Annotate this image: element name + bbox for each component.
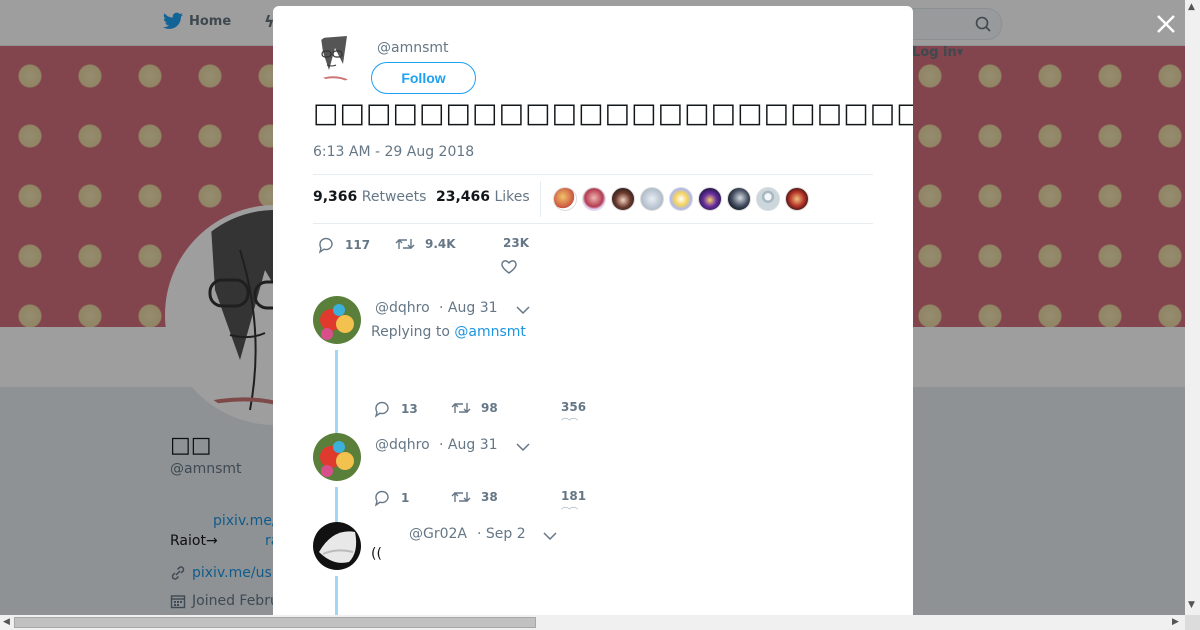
tweet-text: □□□□□□□□□□□□□□□□□□□□□□□□□□□□□□□□□□□□□□□□… (313, 98, 913, 129)
reply-avatar[interactable] (313, 433, 361, 481)
liker-avatar[interactable] (669, 187, 693, 211)
chevron-down-icon[interactable] (516, 306, 530, 314)
chevron-down-icon[interactable] (516, 443, 530, 451)
reply-action[interactable]: 117 (317, 236, 370, 254)
author-avatar-illustration (313, 34, 361, 82)
retweet-count: 98 (481, 401, 498, 415)
likes-label: Likes (494, 189, 530, 205)
thread-line (335, 487, 338, 523)
heart-icon[interactable]: ⌒⌒ (561, 416, 578, 429)
retweet-count: 38 (481, 490, 498, 504)
reply-tweet[interactable]: @dqhro · Aug 31 1 38 181 ⌒⌒ (313, 433, 873, 523)
thread-line (335, 350, 338, 436)
scrollbar-thumb[interactable] (14, 617, 536, 628)
reply-action[interactable]: 1 (373, 489, 409, 507)
reply-icon (374, 401, 389, 418)
liker-avatar[interactable] (640, 187, 664, 211)
reply-tweet[interactable]: @dqhro · Aug 31 Replying to @amnsmt 13 9… (313, 296, 873, 436)
tweet-timestamp[interactable]: 6:13 AM - 29 Aug 2018 (313, 144, 474, 160)
retweet-count: 9.4K (425, 237, 456, 251)
close-icon[interactable] (1154, 12, 1178, 36)
reply-date[interactable]: · Aug 31 (439, 437, 498, 453)
tweet-actions: 117 9.4K 23K (313, 234, 613, 268)
reply-count: 117 (345, 238, 371, 252)
reply-avatar[interactable] (313, 522, 361, 570)
like-count: 23K (503, 236, 529, 250)
like-action[interactable]: 181 (561, 489, 586, 503)
liker-avatar[interactable] (785, 187, 809, 211)
likes-stat[interactable]: 23,466 Likes (436, 189, 530, 205)
tweet-stats: 9,366 Retweets 23,466 Likes (313, 174, 873, 224)
chevron-down-icon[interactable] (543, 532, 557, 540)
reply-avatar-illustration (313, 296, 361, 344)
scrollbar-corner (1185, 615, 1200, 630)
retweet-icon (395, 239, 415, 249)
reply-count: 13 (401, 402, 418, 416)
reply-handle[interactable]: @dqhro (375, 300, 430, 316)
reply-handle[interactable]: @Gr02A (409, 526, 467, 542)
scroll-left-icon[interactable]: ◀ (3, 617, 10, 627)
retweets-count: 9,366 (313, 189, 358, 205)
retweets-label: Retweets (361, 189, 427, 205)
author-handle[interactable]: @amnsmt (377, 40, 449, 56)
retweet-action[interactable]: 9.4K (395, 236, 456, 252)
reply-date[interactable]: · Sep 2 (477, 526, 526, 542)
like-action[interactable]: 23K (503, 236, 529, 250)
reply-date[interactable]: · Aug 31 (439, 300, 498, 316)
reply-handle[interactable]: @dqhro (375, 437, 430, 453)
vertical-scrollbar[interactable]: ▲ ▼ (1185, 0, 1200, 615)
reply-icon (374, 490, 389, 507)
like-count: 356 (561, 400, 587, 414)
likers-avatars (553, 187, 809, 211)
like-count: 181 (561, 489, 587, 503)
stats-divider (540, 181, 541, 217)
like-action[interactable]: 356 (561, 400, 586, 414)
reply-avatar-illustration (313, 433, 361, 481)
replying-to-prefix: Replying to (371, 324, 450, 340)
liker-avatar[interactable] (611, 187, 635, 211)
follow-button[interactable]: Follow (371, 62, 476, 94)
reply-text: (( (371, 546, 382, 562)
liker-avatar[interactable] (698, 187, 722, 211)
author-avatar[interactable] (313, 34, 361, 82)
retweet-action[interactable]: 98 (451, 400, 498, 416)
heart-icon[interactable] (500, 258, 518, 276)
reply-tweet[interactable]: @Gr02A · Sep 2 (( (313, 522, 873, 615)
reply-action[interactable]: 13 (373, 400, 418, 418)
scroll-right-icon[interactable]: ▶ (1172, 617, 1179, 627)
reply-icon (318, 237, 333, 254)
retweets-stat[interactable]: 9,366 Retweets (313, 189, 426, 205)
reply-avatar-illustration (313, 522, 361, 570)
reply-count: 1 (401, 491, 410, 505)
retweet-icon (451, 492, 471, 502)
liker-avatar[interactable] (756, 187, 780, 211)
liker-avatar[interactable] (553, 187, 577, 211)
liker-avatar[interactable] (727, 187, 751, 211)
replying-to-link[interactable]: @amnsmt (454, 324, 526, 340)
likes-count: 23,466 (436, 189, 491, 205)
reply-avatar[interactable] (313, 296, 361, 344)
horizontal-scrollbar[interactable]: ◀ ▶ (0, 615, 1185, 630)
scroll-up-icon[interactable]: ▲ (1188, 2, 1195, 12)
tweet-modal: @amnsmt Follow □□□□□□□□□□□□□□□□□□□□□□□□□… (273, 6, 913, 615)
retweet-action[interactable]: 38 (451, 489, 498, 505)
retweet-icon (451, 403, 471, 413)
liker-avatar[interactable] (582, 187, 606, 211)
scroll-down-icon[interactable]: ▼ (1188, 600, 1195, 610)
replying-to: Replying to @amnsmt (371, 324, 526, 340)
heart-icon[interactable]: ⌒⌒ (561, 505, 578, 518)
thread-line (335, 576, 338, 615)
